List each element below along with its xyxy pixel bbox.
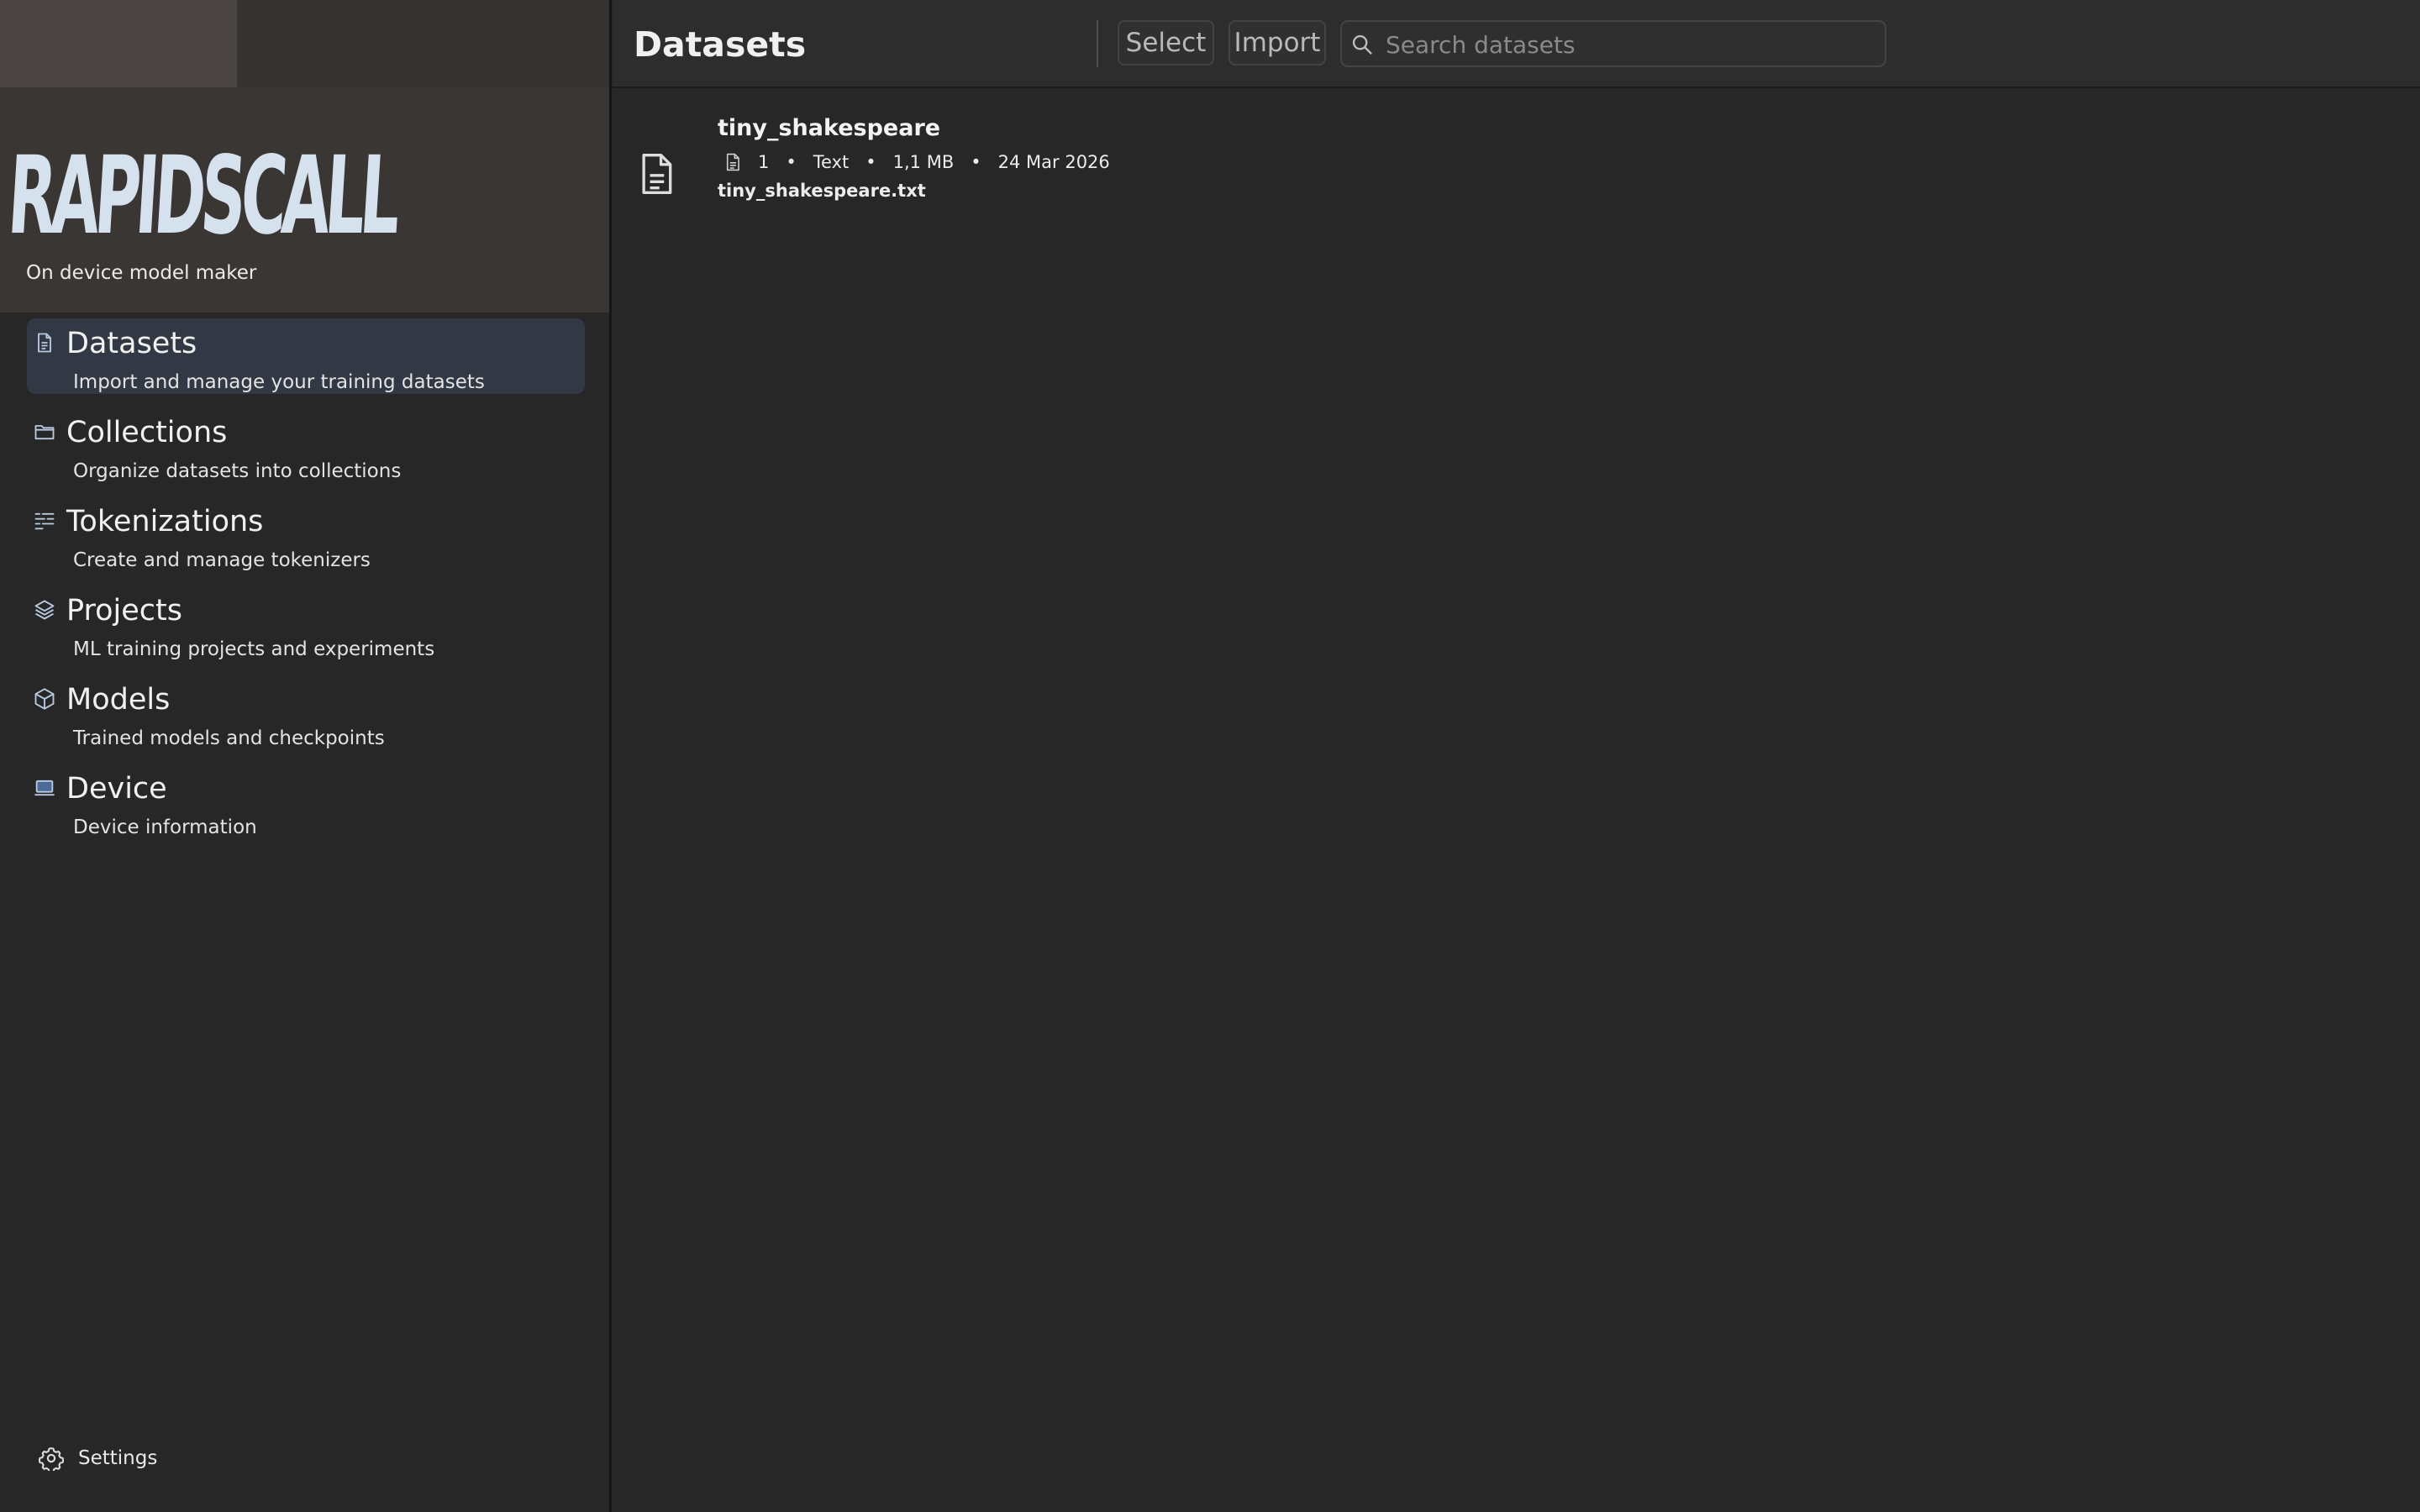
brand-backdrop-right [237,0,609,87]
dataset-file-count: 1 [758,152,770,172]
sidebar-item-device[interactable]: Device Device information [27,764,585,839]
sidebar-item-title: Collections [66,416,228,449]
sidebar-item-projects[interactable]: Projects ML training projects and experi… [27,585,585,661]
sidebar-nav: Datasets Import and manage your training… [27,318,585,853]
brand-logo: RAPIDSCALL [4,134,399,259]
main-panel: Datasets Select Import tiny_shakespeare [613,0,2420,1512]
gear-icon [39,1447,64,1471]
document-icon [642,154,672,194]
file-icon [726,153,739,171]
search-input[interactable] [1386,27,1873,62]
settings-button[interactable]: Settings [39,1443,157,1473]
brand-backdrop-left [0,0,237,87]
brand-header: RAPIDSCALL On device model maker [0,0,609,312]
sidebar-item-datasets[interactable]: Datasets Import and manage your training… [27,318,585,394]
meta-separator: • [865,152,876,172]
tokenizer-lines-icon [32,508,57,533]
meta-separator: • [786,152,797,172]
document-icon [32,330,57,355]
toolbar: Datasets Select Import [613,0,2420,88]
sidebar-item-description: Organize datasets into collections [73,460,402,482]
sidebar-item-description: Create and manage tokenizers [73,549,371,571]
sidebar-item-models[interactable]: Models Trained models and checkpoints [27,675,585,750]
search-box [1340,20,1886,67]
sidebar-item-description: Device information [73,816,257,838]
app-window: RAPIDSCALL On device model maker Dataset… [0,0,2420,1512]
cube-icon [32,686,57,711]
search-icon [1352,34,1372,55]
folder-icon [32,419,57,444]
sidebar-item-collections[interactable]: Collections Organize datasets into colle… [27,407,585,483]
sidebar-item-description: ML training projects and experiments [73,638,435,660]
sidebar-item-description: Trained models and checkpoints [73,727,385,749]
dataset-date: 24 Mar 2026 [997,152,1110,172]
dataset-meta: 1 • Text • 1,1 MB • 24 Mar 2026 [724,150,1110,174]
toolbar-divider [1097,20,1098,67]
laptop-icon [32,775,57,801]
settings-label: Settings [78,1447,158,1469]
sidebar-item-title: Device [66,772,167,806]
dataset-type: Text [813,152,850,172]
meta-separator: • [971,152,981,172]
select-button[interactable]: Select [1118,20,1214,66]
page-title: Datasets [634,24,807,65]
dataset-size: 1,1 MB [892,152,955,172]
sidebar: RAPIDSCALL On device model maker Dataset… [0,0,612,1512]
sidebar-item-tokenizations[interactable]: Tokenizations Create and manage tokenize… [27,496,585,572]
dataset-list: tiny_shakespeare 1 • Text • 1,1 MB • 24 … [613,90,2420,1512]
sidebar-item-title: Projects [66,594,182,627]
sidebar-item-title: Tokenizations [66,505,264,538]
dataset-filename: tiny_shakespeare.txt [718,181,926,201]
sidebar-item-title: Models [66,683,171,717]
import-button[interactable]: Import [1228,20,1326,66]
layers-icon [32,597,57,622]
dataset-name: tiny_shakespeare [718,115,941,141]
sidebar-item-title: Datasets [66,327,197,360]
sidebar-item-description: Import and manage your training datasets [73,371,485,393]
brand-tagline: On device model maker [26,262,257,284]
list-item[interactable]: tiny_shakespeare 1 • Text • 1,1 MB • 24 … [629,110,1218,219]
